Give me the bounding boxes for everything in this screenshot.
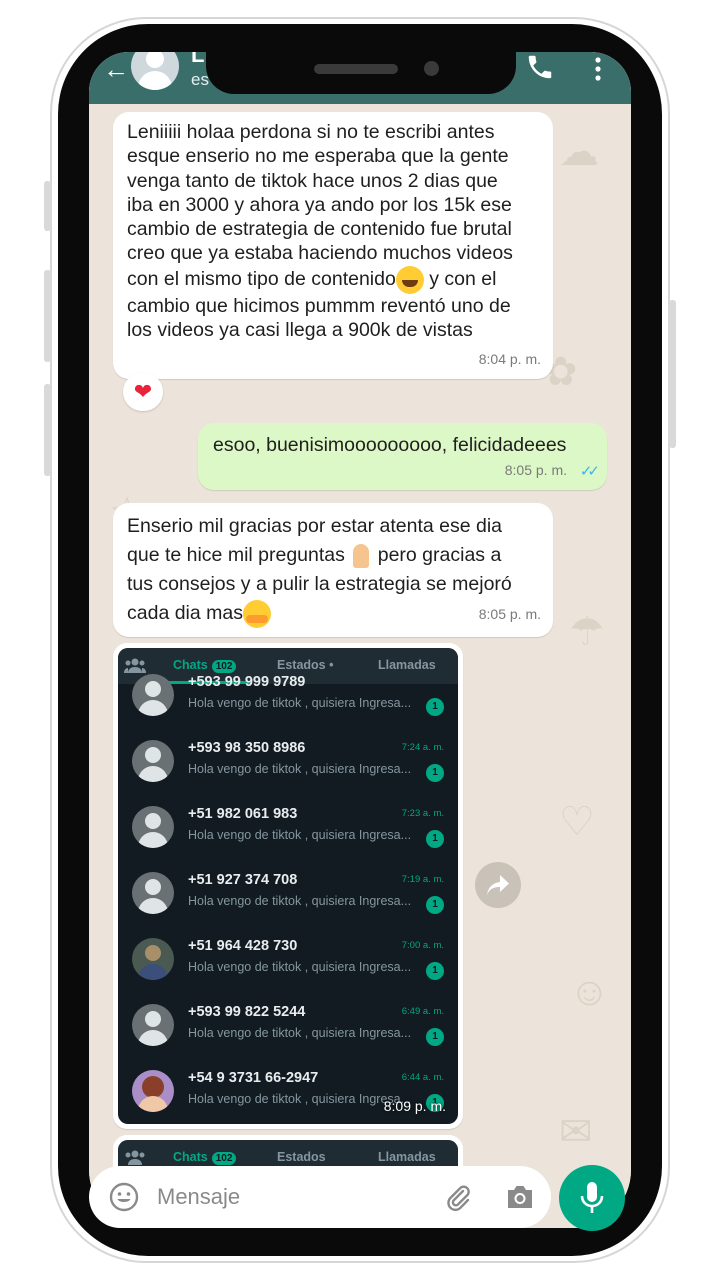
unread-count-badge: 1: [426, 896, 444, 914]
incoming-message[interactable]: Enserio mil gracias por estar atenta ese…: [113, 503, 553, 637]
chat-time: 6:44 a. m.: [401, 1072, 444, 1083]
contact-avatar[interactable]: [131, 52, 179, 90]
side-button: [44, 270, 51, 362]
side-button: [669, 300, 676, 448]
message-input[interactable]: Mensaje: [157, 1184, 240, 1210]
chat-phone-number: +51 927 374 708: [188, 872, 298, 888]
chat-preview: Hola vengo de tiktok , quisiera Ingresa.…: [188, 894, 412, 908]
chat-time: 7:19 a. m.: [401, 874, 444, 885]
screenshot-chat-row: +51 982 061 983 Hola vengo de tiktok , qu…: [118, 794, 458, 860]
chat-preview: Hola vengo de tiktok , quisiera Ingresa.…: [188, 960, 412, 974]
emoji-icon[interactable]: [109, 1182, 139, 1212]
chat-time: 6:49 a. m.: [401, 1006, 444, 1017]
message-text: esoo, buenisimooooooooo, felicidadeees: [213, 434, 567, 456]
message-time: 8:05 p. m.: [504, 461, 567, 478]
chat-avatar: [132, 740, 174, 782]
voice-call-icon[interactable]: [525, 52, 555, 82]
message-time: 8:05 p. m.: [478, 606, 541, 622]
chat-preview: Hola vengo de tiktok , quisiera Ingresa.…: [188, 828, 412, 842]
chat-preview: Hola vengo de tiktok , quisiera Ingresa.…: [188, 1026, 412, 1040]
grinning-sweat-emoji-icon: [395, 265, 424, 294]
back-arrow-icon[interactable]: ←: [103, 54, 129, 85]
chat-preview: Hola vengo de tiktok , quisiera Ingresa.…: [188, 762, 412, 776]
chat-preview: Hola vengo de tiktok , quisiera Ingresa.…: [188, 1092, 412, 1106]
folded-hands-emoji-icon: [350, 542, 372, 570]
attachment-icon[interactable]: [443, 1182, 473, 1212]
front-camera: [424, 61, 439, 76]
forward-button[interactable]: [475, 862, 521, 908]
screenshot-chat-row: +54 9 3731 66-2947 Hola vengo de tiktok ,…: [118, 1058, 458, 1124]
message-time: 8:09 p. m.: [383, 1098, 446, 1114]
voice-message-button[interactable]: [559, 1165, 625, 1231]
microphone-icon: [580, 1182, 604, 1213]
chat-phone-number: +593 99 999 9789: [188, 674, 306, 690]
chat-phone-number: +51 964 428 730: [188, 938, 298, 954]
chat-time: 7:24 a. m.: [401, 742, 444, 753]
chat-preview: Hola vengo de tiktok , quisiera Ingresa.…: [188, 696, 412, 710]
chat-list-screenshot: Chats 102 Estados • Llamadas +593 99 999 …: [118, 648, 458, 1124]
message-composer[interactable]: Mensaje: [89, 1166, 551, 1228]
chat-phone-number: +51 982 061 983: [188, 806, 298, 822]
image-message[interactable]: Chats 102 Estados • Llamadas +593 99 999 …: [113, 643, 463, 1129]
screenshot-chat-row: +51 927 374 708 Hola vengo de tiktok , qu…: [118, 860, 458, 926]
chat-avatar: [132, 674, 174, 716]
more-options-icon[interactable]: [593, 56, 603, 82]
community-icon: [125, 1150, 145, 1165]
chat-phone-number: +593 99 822 5244: [188, 1004, 306, 1020]
side-button: [44, 181, 51, 231]
heart-icon: ❤: [133, 379, 153, 404]
chat-avatar: [132, 1070, 174, 1112]
hugging-face-emoji-icon: [242, 599, 271, 628]
screenshot-tab-calls: Llamadas: [378, 1150, 436, 1164]
screenshot-tab-chats: Chats 102: [173, 1150, 237, 1165]
phone-notch: [206, 24, 516, 94]
chat-avatar: [132, 872, 174, 914]
screenshot-chat-row: +51 964 428 730 Hola vengo de tiktok , qu…: [118, 926, 458, 992]
outgoing-message[interactable]: esoo, buenisimooooooooo, felicidadeees 8…: [198, 423, 607, 490]
incoming-message[interactable]: Leniiiii holaa perdona si no te escribi …: [113, 112, 553, 379]
unread-count-badge: 102: [211, 1152, 237, 1165]
message-time: 8:04 p. m.: [478, 350, 541, 367]
heart-reaction[interactable]: ❤: [123, 373, 163, 411]
chat-time: 7:00 a. m.: [401, 940, 444, 951]
chat-avatar: [132, 806, 174, 848]
chat-phone-number: +54 9 3731 66-2947: [188, 1070, 319, 1086]
chat-avatar: [132, 1004, 174, 1046]
side-button: [44, 384, 51, 476]
unread-count-badge: 1: [426, 764, 444, 782]
chat-phone-number: +593 98 350 8986: [188, 740, 306, 756]
unread-count-badge: 1: [426, 698, 444, 716]
message-text: Leniiiii holaa perdona si no te escribi …: [127, 121, 513, 290]
chat-time: 7:23 a. m.: [401, 808, 444, 819]
camera-icon[interactable]: [505, 1183, 535, 1211]
screenshot-chat-row: +593 99 999 9789 Hola vengo de tiktok , q…: [118, 662, 458, 728]
unread-count-badge: 1: [426, 830, 444, 848]
unread-count-badge: 1: [426, 962, 444, 980]
screenshot-chat-row: +593 98 350 8986 Hola vengo de tiktok , q…: [118, 728, 458, 794]
chat-avatar: [132, 938, 174, 980]
forward-arrow-icon: [487, 875, 509, 895]
contact-name[interactable]: L: [191, 52, 204, 68]
unread-count-badge: 1: [426, 1028, 444, 1046]
screenshot-tab-status: Estados: [277, 1150, 326, 1164]
screenshot-chat-row: +593 99 822 5244 Hola vengo de tiktok , q…: [118, 992, 458, 1058]
read-receipt-icon: ✓✓: [579, 462, 600, 480]
